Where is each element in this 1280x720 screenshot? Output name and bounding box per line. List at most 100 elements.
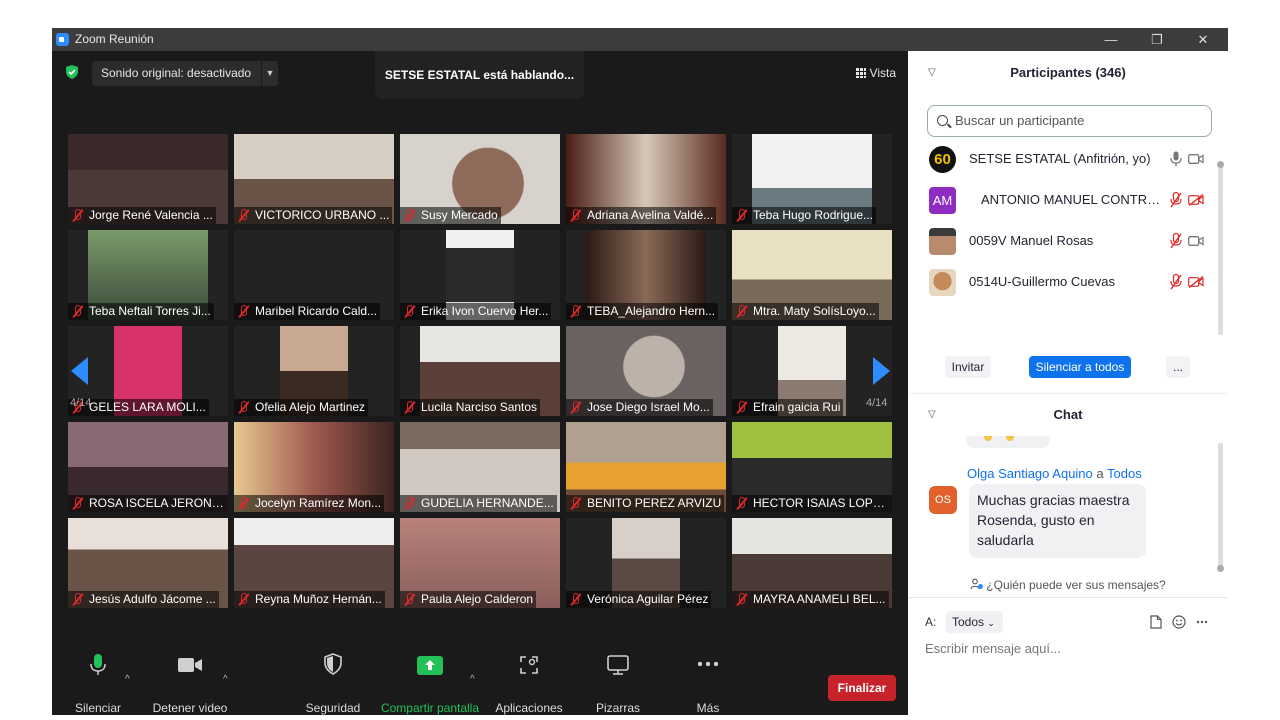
meeting-stage: Sonido original: desactivado ▼ SETSE EST… — [52, 51, 908, 715]
minimize-button[interactable]: — — [1088, 28, 1134, 51]
view-button[interactable]: Vista — [852, 62, 900, 84]
stop-video-button[interactable]: Detener video — [148, 638, 232, 715]
participant-row[interactable]: 60 SETSE ESTATAL (Anfitrión, yo) — [908, 139, 1224, 180]
close-button[interactable]: ✕ — [1180, 28, 1226, 51]
participant-search-input[interactable]: Buscar un participante — [927, 105, 1212, 137]
muted-microphone-icon — [71, 497, 84, 509]
participant-video-tile[interactable]: Maribel Ricardo Cald... — [234, 230, 394, 320]
muted-microphone-icon — [735, 209, 748, 221]
original-sound-toggle[interactable]: Sonido original: desactivado ▼ — [92, 61, 278, 86]
apps-button[interactable]: Aplicaciones — [493, 638, 565, 715]
participant-name: Jocelyn Ramírez Mon... — [255, 496, 382, 510]
more-button[interactable]: Más — [684, 638, 732, 715]
video-camera-icon[interactable] — [1188, 235, 1204, 247]
video-camera-icon — [178, 658, 202, 672]
encryption-shield-icon[interactable] — [64, 64, 80, 80]
participant-name-label: Paula Alejo Calderon — [400, 591, 537, 608]
participants-scrollbar[interactable] — [1217, 161, 1224, 335]
muted-microphone-icon — [569, 401, 582, 413]
participant-video-tile[interactable]: Reyna Muñoz Hernán... — [234, 518, 394, 608]
participant-row[interactable]: 0059V Manuel Rosas — [908, 221, 1224, 262]
participant-video-tile[interactable]: VICTORICO URBANO ... — [234, 134, 394, 224]
chat-scrollbar[interactable] — [1217, 443, 1224, 572]
chat-message-input[interactable]: Escribir mensaje aquí... — [925, 641, 1061, 656]
end-meeting-button[interactable]: Finalizar — [828, 675, 896, 701]
video-off-icon[interactable] — [1188, 276, 1204, 288]
recipient-value: Todos — [952, 615, 985, 629]
mute-button[interactable]: Silenciar — [68, 638, 128, 715]
participant-video-tile[interactable]: Mtra. Maty SolísLoyo... — [732, 230, 892, 320]
stop-video-label: Detener video — [152, 701, 228, 715]
chat-sender-name[interactable]: Olga Santiago Aquino — [967, 466, 1093, 481]
muted-microphone-icon[interactable] — [1170, 274, 1182, 290]
muted-microphone-icon[interactable] — [1170, 233, 1182, 249]
participant-video-tile[interactable]: Jorge René Valencia ... — [68, 134, 228, 224]
section-divider — [908, 393, 1228, 394]
next-page-arrow-icon[interactable] — [873, 357, 890, 385]
participant-video-tile[interactable]: ROSA ISCELA JERONI... — [68, 422, 228, 512]
participant-video-tile[interactable]: Lucila Narciso Santos — [400, 326, 560, 416]
participant-video-tile[interactable]: BENITO PEREZ ARVIZU — [566, 422, 726, 512]
apps-icon — [520, 656, 538, 674]
participant-video-tile[interactable]: GELES LARA MOLI... — [68, 326, 228, 416]
muted-microphone-icon — [403, 593, 416, 605]
invite-button[interactable]: Invitar — [945, 356, 991, 378]
participant-video-tile[interactable]: Paula Alejo Calderon — [400, 518, 560, 608]
who-can-see-messages-link[interactable]: ¿Quién puede ver sus mensajes? — [908, 578, 1228, 592]
participant-video-tile[interactable]: Verónica Aguilar Pérez — [566, 518, 726, 608]
participant-video-tile[interactable]: Susy Mercado — [400, 134, 560, 224]
participants-more-button[interactable]: ... — [1166, 356, 1190, 378]
whiteboards-button[interactable]: Pizarras — [588, 638, 648, 715]
side-panel: ▽ Participantes (346) Buscar un particip… — [908, 51, 1228, 692]
video-off-icon[interactable] — [1188, 194, 1204, 206]
participant-video-tile[interactable]: Jesús Adulfo Jácome ... — [68, 518, 228, 608]
chat-recipient[interactable]: Todos — [1107, 466, 1142, 481]
file-icon[interactable] — [1150, 615, 1162, 629]
participant-video-tile[interactable]: GUDELIA HERNANDE... — [400, 422, 560, 512]
chevron-down-icon[interactable]: ▼ — [261, 61, 278, 86]
participant-row[interactable]: 0514U-Guillermo Cuevas — [908, 262, 1224, 303]
muted-microphone-icon — [237, 401, 250, 413]
participant-video-tile[interactable]: Ofelia Alejo Martinez — [234, 326, 394, 416]
muted-microphone-icon[interactable] — [1170, 192, 1182, 208]
more-options-icon[interactable] — [1196, 620, 1208, 624]
participants-collapse-chevron-icon[interactable]: ▽ — [928, 55, 936, 91]
participant-video-tile[interactable]: HECTOR ISAIAS LOPE... — [732, 422, 892, 512]
participant-name: Mtra. Maty SolísLoyo... — [753, 304, 876, 318]
participant-video-tile[interactable]: Erika Ivon Cuervo Her... — [400, 230, 560, 320]
chat-collapse-chevron-icon[interactable]: ▽ — [928, 397, 936, 433]
participant-row[interactable]: AM ANTONIO MANUEL CONTRE... — [908, 180, 1224, 221]
participant-video-tile[interactable]: Jose Diego Israel Mo... — [566, 326, 726, 416]
microphone-icon[interactable] — [1170, 151, 1182, 167]
participant-name: Verónica Aguilar Pérez — [587, 592, 709, 606]
mute-all-button[interactable]: Silenciar a todos — [1029, 356, 1131, 378]
participant-video-tile[interactable]: Teba Hugo Rodrigue... — [732, 134, 892, 224]
participant-name-label: TEBA_Alejandro Hern... — [566, 303, 719, 320]
participant-avatar: 60 — [929, 146, 956, 173]
security-button[interactable]: Seguridad — [303, 638, 363, 715]
restore-button[interactable]: ❐ — [1134, 28, 1180, 51]
participant-name: Reyna Muñoz Hernán... — [255, 592, 382, 606]
muted-microphone-icon — [71, 593, 84, 605]
previous-page-arrow-icon[interactable] — [71, 357, 88, 385]
video-camera-icon[interactable] — [1188, 153, 1204, 165]
share-options-chevron-icon[interactable]: ^ — [470, 674, 475, 685]
participant-video-tile[interactable]: Teba Neftali Torres Ji... — [68, 230, 228, 320]
who-can-see-label: ¿Quién puede ver sus mensajes? — [986, 578, 1166, 592]
share-screen-label: Compartir pantalla — [380, 701, 480, 715]
participant-video-tile[interactable]: TEBA_Alejandro Hern... — [566, 230, 726, 320]
recipient-select[interactable]: Todos ⌄ — [946, 611, 1003, 633]
muted-microphone-icon — [403, 305, 416, 317]
grid-icon — [855, 68, 866, 78]
participant-name: Ofelia Alejo Martinez — [255, 400, 366, 414]
chat-header: ▽ Chat — [908, 397, 1228, 433]
muted-microphone-icon — [735, 497, 748, 509]
emoji-icon[interactable] — [1172, 615, 1186, 629]
share-screen-button[interactable]: Compartir pantalla — [380, 638, 480, 715]
participant-name: TEBA_Alejandro Hern... — [587, 304, 716, 318]
mute-options-chevron-icon[interactable]: ^ — [125, 674, 130, 685]
video-options-chevron-icon[interactable]: ^ — [223, 674, 228, 685]
participant-video-tile[interactable]: Jocelyn Ramírez Mon... — [234, 422, 394, 512]
participant-video-tile[interactable]: MAYRA ANAMELI BEL... — [732, 518, 892, 608]
participant-video-tile[interactable]: Adriana Avelina Valdé... — [566, 134, 726, 224]
